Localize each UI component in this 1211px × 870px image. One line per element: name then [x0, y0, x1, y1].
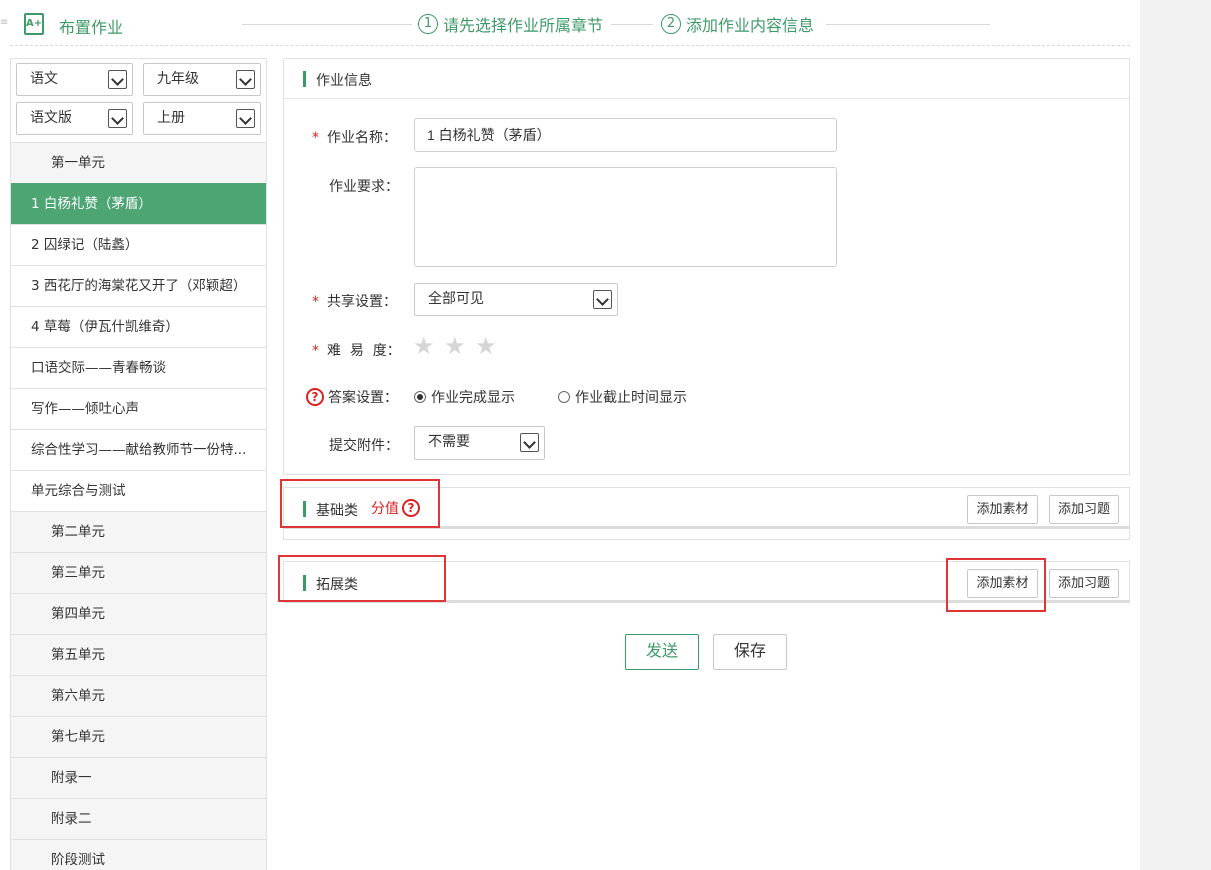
basic-section-body — [283, 530, 1130, 540]
chevron-down-icon[interactable] — [236, 109, 255, 128]
chapter-item[interactable]: 第七单元 — [11, 716, 266, 757]
section-marker — [303, 71, 306, 87]
chapter-item[interactable]: 第六单元 — [11, 675, 266, 716]
basic-add-exercise-button[interactable]: 添加习题 — [1049, 495, 1119, 524]
chapter-item[interactable]: 附录二 — [11, 798, 266, 839]
required-mark: * — [312, 294, 319, 310]
answer-option-deadline[interactable]: 作业截止时间显示 — [558, 387, 687, 407]
answer-option-complete-label: 作业完成显示 — [431, 390, 515, 406]
radio-unselected-icon[interactable] — [558, 391, 570, 403]
required-mark: * — [312, 130, 319, 146]
step-1-number: 1 — [418, 14, 438, 34]
step-divider — [826, 24, 990, 25]
step-2-number: 2 — [661, 14, 681, 34]
volume-select[interactable]: 上册 — [143, 102, 261, 135]
chapter-item[interactable]: 1 白杨礼赞（茅盾） — [11, 183, 266, 224]
grade-value: 九年级 — [157, 71, 199, 87]
star-icon[interactable]: ★ — [413, 334, 437, 358]
chapter-item[interactable]: 2 囚绿记（陆蠡） — [11, 224, 266, 265]
attachment-value: 不需要 — [428, 434, 470, 450]
panel-title: 作业信息 — [316, 73, 372, 89]
chapter-item[interactable]: 3 西花厅的海棠花又开了（邓颖超） — [11, 265, 266, 306]
chapter-sidebar: 语文 九年级 语文版 上册 第一单元 1 白杨礼赞（茅盾） 2 囚绿记（陆蠡） 3 西… — [10, 58, 267, 870]
chevron-down-icon[interactable] — [108, 70, 127, 89]
page-title: 布置作业 — [59, 18, 124, 37]
step-divider — [611, 24, 653, 25]
page-header: A+ 布置作业 1 请先选择作业所属章节 2 添加作业内容信息 — [10, 0, 1130, 46]
chapter-item[interactable]: 附录一 — [11, 757, 266, 798]
difficulty-label: * 难 易 度： — [312, 340, 401, 360]
name-label-text: 作业名称： — [327, 130, 397, 146]
share-label: * 共享设置： — [312, 291, 397, 311]
chapter-item[interactable]: 写作——倾吐心声 — [11, 388, 266, 429]
star-icon[interactable]: ★ — [475, 334, 499, 358]
answer-option-deadline-label: 作业截止时间显示 — [575, 390, 687, 406]
chevron-down-icon[interactable] — [593, 290, 612, 309]
homework-name-input[interactable] — [414, 118, 837, 152]
chapter-list: 第一单元 1 白杨礼赞（茅盾） 2 囚绿记（陆蠡） 3 西花厅的海棠花又开了（邓颖超）… — [11, 142, 266, 870]
chapter-item[interactable]: 第一单元 — [11, 142, 266, 183]
panel-header: 作业信息 — [284, 59, 1129, 99]
right-gutter — [1140, 0, 1211, 870]
required-mark: * — [312, 343, 319, 359]
star-icon[interactable]: ★ — [444, 334, 468, 358]
answer-option-complete[interactable]: 作业完成显示 — [414, 387, 515, 407]
collapse-handle-icon[interactable]: ≡ — [0, 18, 8, 28]
help-icon[interactable]: ? — [306, 388, 324, 406]
chevron-down-icon[interactable] — [520, 433, 539, 452]
chapter-item[interactable]: 第四单元 — [11, 593, 266, 634]
step-1: 1 请先选择作业所属章节 — [418, 12, 603, 36]
step-divider — [242, 24, 412, 25]
chapter-item[interactable]: 单元综合与测试 — [11, 470, 266, 511]
extend-add-exercise-button[interactable]: 添加习题 — [1049, 569, 1119, 598]
step-2: 2 添加作业内容信息 — [661, 12, 814, 36]
highlight-box — [946, 558, 1046, 612]
chapter-item[interactable]: 阶段测试 — [11, 839, 266, 870]
step-2-label: 添加作业内容信息 — [686, 16, 815, 35]
chapter-item[interactable]: 第二单元 — [11, 511, 266, 552]
name-label: * 作业名称： — [312, 127, 397, 147]
chapter-item[interactable]: 第三单元 — [11, 552, 266, 593]
chapter-item[interactable]: 口语交际——青春畅谈 — [11, 347, 266, 388]
answer-label-text: 答案设置： — [328, 390, 398, 406]
basic-add-material-button[interactable]: 添加素材 — [967, 495, 1038, 524]
save-button[interactable]: 保存 — [713, 634, 787, 670]
chapter-item[interactable]: 综合性学习——献给教师节一份特... — [11, 429, 266, 470]
assignment-icon: A+ — [24, 13, 44, 35]
answer-label: ? 答案设置： — [306, 387, 398, 407]
requirement-label: 作业要求： — [329, 179, 399, 195]
edition-value: 语文版 — [30, 110, 72, 126]
subject-value: 语文 — [30, 71, 58, 87]
step-1-label: 请先选择作业所属章节 — [443, 16, 604, 35]
edition-select[interactable]: 语文版 — [16, 102, 133, 135]
highlight-box — [278, 555, 446, 602]
share-value: 全部可见 — [428, 291, 484, 307]
volume-value: 上册 — [157, 110, 185, 126]
chevron-down-icon[interactable] — [236, 70, 255, 89]
requirement-textarea[interactable] — [414, 167, 837, 267]
send-button[interactable]: 发送 — [625, 634, 699, 670]
chapter-item[interactable]: 第五单元 — [11, 634, 266, 675]
chevron-down-icon[interactable] — [108, 109, 127, 128]
radio-selected-icon[interactable] — [414, 391, 426, 403]
highlight-box — [280, 479, 440, 528]
subject-select[interactable]: 语文 — [16, 63, 133, 96]
share-select[interactable]: 全部可见 — [414, 283, 618, 316]
share-label-text: 共享设置： — [327, 294, 397, 310]
difficulty-label-text: 难 易 度： — [327, 343, 401, 359]
filter-group: 语文 九年级 语文版 上册 — [11, 59, 266, 143]
attachment-select[interactable]: 不需要 — [414, 426, 545, 460]
attachment-label: 提交附件： — [329, 438, 399, 454]
grade-select[interactable]: 九年级 — [143, 63, 261, 96]
chapter-item[interactable]: 4 草莓（伊瓦什凯维奇） — [11, 306, 266, 347]
